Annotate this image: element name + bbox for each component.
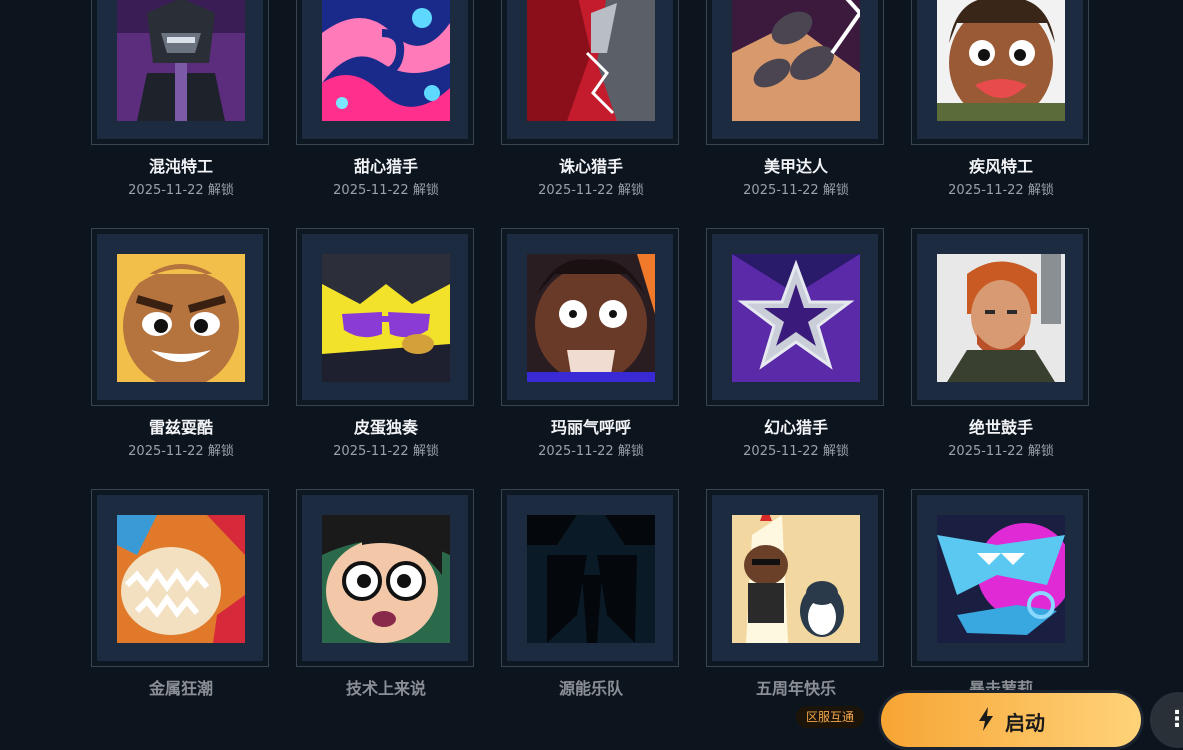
card-art-peerless-drummer bbox=[937, 254, 1065, 382]
card-unlock-date: 2025-11-22 解锁 bbox=[948, 183, 1054, 198]
player-card[interactable]: 雷兹耍酷 2025-11-22 解锁 bbox=[91, 228, 271, 459]
player-card[interactable]: 皮蛋独奏 2025-11-22 解锁 bbox=[296, 228, 476, 459]
card-unlock-date: 2025-11-22 解锁 bbox=[128, 444, 234, 459]
card-unlock-date: 2025-11-22 解锁 bbox=[333, 183, 439, 198]
player-card[interactable]: 甜心猎手 2025-11-22 解锁 bbox=[296, 0, 476, 198]
player-card[interactable]: 幻心猎手 2025-11-22 解锁 bbox=[706, 228, 886, 459]
card-art-heart-hunter bbox=[527, 0, 655, 121]
card-unlock-date: 2025-11-22 解锁 bbox=[333, 444, 439, 459]
card-art-nail-artist bbox=[732, 0, 860, 121]
card-name: 幻心猎手 bbox=[763, 418, 828, 437]
card-unlock-date: 2025-11-22 解锁 bbox=[743, 183, 849, 198]
player-card[interactable]: 源能乐队 bbox=[501, 489, 681, 719]
card-art-technically-speaking bbox=[322, 515, 450, 643]
player-card[interactable]: 技术上来说 bbox=[296, 489, 476, 719]
player-card[interactable]: 五周年快乐 bbox=[706, 489, 886, 719]
player-card[interactable]: 玛丽气呼呼 2025-11-22 解锁 bbox=[501, 228, 681, 459]
card-name: 美甲达人 bbox=[763, 157, 828, 176]
card-name: 诛心猎手 bbox=[558, 157, 623, 176]
card-name: 绝世鼓手 bbox=[968, 418, 1033, 437]
card-art-phantom-heart-hunter bbox=[732, 254, 860, 382]
player-card[interactable]: 诛心猎手 2025-11-22 解锁 bbox=[501, 0, 681, 198]
card-unlock-date: 2025-11-22 解锁 bbox=[948, 444, 1054, 459]
player-card[interactable]: 混沌特工 2025-11-22 解锁 bbox=[91, 0, 271, 198]
card-name: 皮蛋独奏 bbox=[353, 418, 418, 437]
player-card[interactable]: 绝世鼓手 2025-11-22 解锁 bbox=[911, 228, 1091, 459]
player-card-gallery: 混沌特工 2025-11-22 解锁 甜心猎手 2025-11-22 解锁 诛心… bbox=[0, 0, 1183, 725]
card-name: 五周年快乐 bbox=[755, 679, 836, 698]
card-art-metal-frenzy bbox=[117, 515, 245, 643]
card-art-raze-cool bbox=[117, 254, 245, 382]
launch-button[interactable]: 启动 bbox=[878, 690, 1144, 750]
player-card[interactable]: 暴击萝莉 bbox=[911, 489, 1091, 719]
card-name: 甜心猎手 bbox=[353, 157, 418, 176]
card-art-gale-agent bbox=[937, 0, 1065, 121]
card-art-fifth-anniversary bbox=[732, 515, 860, 643]
card-name: 源能乐队 bbox=[558, 679, 623, 698]
card-art-mary-angry bbox=[527, 254, 655, 382]
card-art-sweetheart-hunter bbox=[322, 0, 450, 121]
card-unlock-date: 2025-11-22 解锁 bbox=[128, 183, 234, 198]
card-name: 疾风特工 bbox=[968, 157, 1033, 176]
lightning-bolt-icon bbox=[979, 707, 993, 731]
card-name: 雷兹耍酷 bbox=[148, 418, 213, 437]
card-name: 玛丽气呼呼 bbox=[550, 418, 631, 437]
card-art-crit-loli bbox=[937, 515, 1065, 643]
card-name: 金属狂潮 bbox=[148, 679, 213, 698]
card-name: 混沌特工 bbox=[148, 157, 213, 176]
player-card[interactable]: 美甲达人 2025-11-22 解锁 bbox=[706, 0, 886, 198]
card-art-radianite-band bbox=[527, 515, 655, 643]
card-art-chaos-agent bbox=[117, 0, 245, 121]
card-unlock-date: 2025-11-22 解锁 bbox=[743, 444, 849, 459]
card-art-century-egg-solo bbox=[322, 254, 450, 382]
player-card[interactable]: 金属狂潮 bbox=[91, 489, 271, 719]
card-unlock-date: 2025-11-22 解锁 bbox=[538, 183, 644, 198]
card-name: 技术上来说 bbox=[345, 679, 426, 698]
card-unlock-date: 2025-11-22 解锁 bbox=[538, 444, 644, 459]
launch-label: 启动 bbox=[1005, 711, 1045, 735]
player-card[interactable]: 疾风特工 2025-11-22 解锁 bbox=[911, 0, 1091, 198]
